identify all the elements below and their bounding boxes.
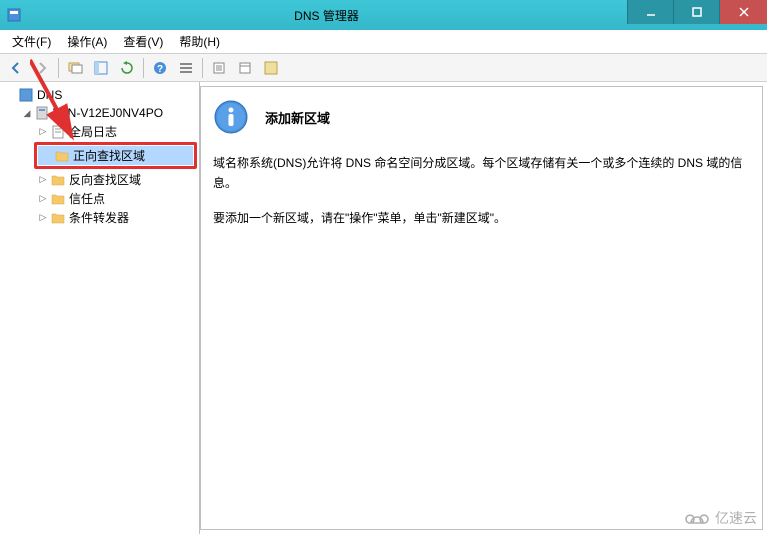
forward-button[interactable] bbox=[30, 57, 54, 79]
tree-label: WIN-V12EJ0NV4PO bbox=[53, 106, 163, 120]
menu-help[interactable]: 帮助(H) bbox=[171, 29, 228, 54]
folder-icon bbox=[50, 191, 66, 207]
window-controls bbox=[627, 0, 767, 30]
list-button[interactable] bbox=[207, 57, 231, 79]
titlebar: DNS 管理器 bbox=[0, 0, 767, 30]
tree-global-log[interactable]: ▷ 全局日志 bbox=[34, 122, 197, 141]
help-button[interactable]: ? bbox=[148, 57, 172, 79]
back-button[interactable] bbox=[4, 57, 28, 79]
filter-button[interactable] bbox=[259, 57, 283, 79]
detail-paragraph: 域名称系统(DNS)允许将 DNS 命名空间分成区域。每个区域存储有关一个或多个… bbox=[213, 153, 750, 194]
folder-icon bbox=[50, 210, 66, 226]
toolbar-separator bbox=[143, 58, 144, 78]
tree-server[interactable]: ◢ WIN-V12EJ0NV4PO bbox=[18, 104, 197, 122]
detail-paragraph: 要添加一个新区域，请在"操作"菜单，单击"新建区域"。 bbox=[213, 208, 750, 228]
detail-panel: 添加新区域 域名称系统(DNS)允许将 DNS 命名空间分成区域。每个区域存储有… bbox=[200, 86, 763, 530]
detail-header: 添加新区域 bbox=[213, 99, 750, 135]
svg-text:?: ? bbox=[157, 64, 163, 75]
new-window-button[interactable] bbox=[63, 57, 87, 79]
maximize-button[interactable] bbox=[673, 0, 719, 24]
close-button[interactable] bbox=[719, 0, 767, 24]
log-icon bbox=[50, 124, 66, 140]
tree-conditional-forwarder[interactable]: ▷ 条件转发器 bbox=[34, 208, 197, 227]
refresh-button[interactable] bbox=[115, 57, 139, 79]
detail-heading: 添加新区域 bbox=[265, 108, 330, 127]
toolbar-separator bbox=[58, 58, 59, 78]
dns-icon bbox=[18, 87, 34, 103]
view-button[interactable] bbox=[233, 57, 257, 79]
expander-icon[interactable]: ▷ bbox=[36, 173, 50, 187]
toolbar-separator bbox=[202, 58, 203, 78]
details-button[interactable] bbox=[174, 57, 198, 79]
menubar: 文件(F) 操作(A) 查看(V) 帮助(H) bbox=[0, 30, 767, 54]
content-area: DNS ◢ WIN-V12EJ0NV4PO ▷ 全局日志 正向查找区域 bbox=[0, 82, 767, 534]
watermark: 亿速云 bbox=[683, 508, 757, 528]
tree-label: 反向查找区域 bbox=[69, 171, 141, 188]
tree-trust-point[interactable]: ▷ 信任点 bbox=[34, 189, 197, 208]
expander-icon[interactable]: ▷ bbox=[36, 192, 50, 206]
window-title: DNS 管理器 bbox=[26, 7, 627, 24]
expander-icon[interactable]: ▷ bbox=[36, 125, 50, 139]
minimize-button[interactable] bbox=[627, 0, 673, 24]
tree-reverse-zone[interactable]: ▷ 反向查找区域 bbox=[34, 170, 197, 189]
folder-icon bbox=[54, 148, 70, 164]
tree-label: 信任点 bbox=[69, 190, 105, 207]
toolbar: ? bbox=[0, 54, 767, 82]
server-icon bbox=[34, 105, 50, 121]
tree-root-dns[interactable]: DNS bbox=[2, 86, 197, 104]
expander-icon[interactable]: ▷ bbox=[36, 211, 50, 225]
menu-file[interactable]: 文件(F) bbox=[4, 29, 59, 54]
tree-forward-zone[interactable]: 正向查找区域 bbox=[38, 146, 193, 165]
tree-label: 正向查找区域 bbox=[73, 147, 145, 164]
app-icon bbox=[6, 7, 22, 23]
menu-action[interactable]: 操作(A) bbox=[59, 29, 115, 54]
expander-icon bbox=[40, 149, 54, 163]
watermark-text: 亿速云 bbox=[715, 508, 757, 528]
info-icon bbox=[213, 99, 249, 135]
expander-icon[interactable]: ◢ bbox=[20, 106, 34, 120]
tree-label: 条件转发器 bbox=[69, 209, 129, 226]
tree-panel: DNS ◢ WIN-V12EJ0NV4PO ▷ 全局日志 正向查找区域 bbox=[0, 82, 200, 534]
tree-label: DNS bbox=[37, 88, 62, 102]
tree-label: 全局日志 bbox=[69, 123, 117, 140]
menu-view[interactable]: 查看(V) bbox=[115, 29, 171, 54]
highlight-box: 正向查找区域 bbox=[34, 142, 197, 169]
show-hide-button[interactable] bbox=[89, 57, 113, 79]
expander-icon bbox=[4, 88, 18, 102]
folder-icon bbox=[50, 172, 66, 188]
